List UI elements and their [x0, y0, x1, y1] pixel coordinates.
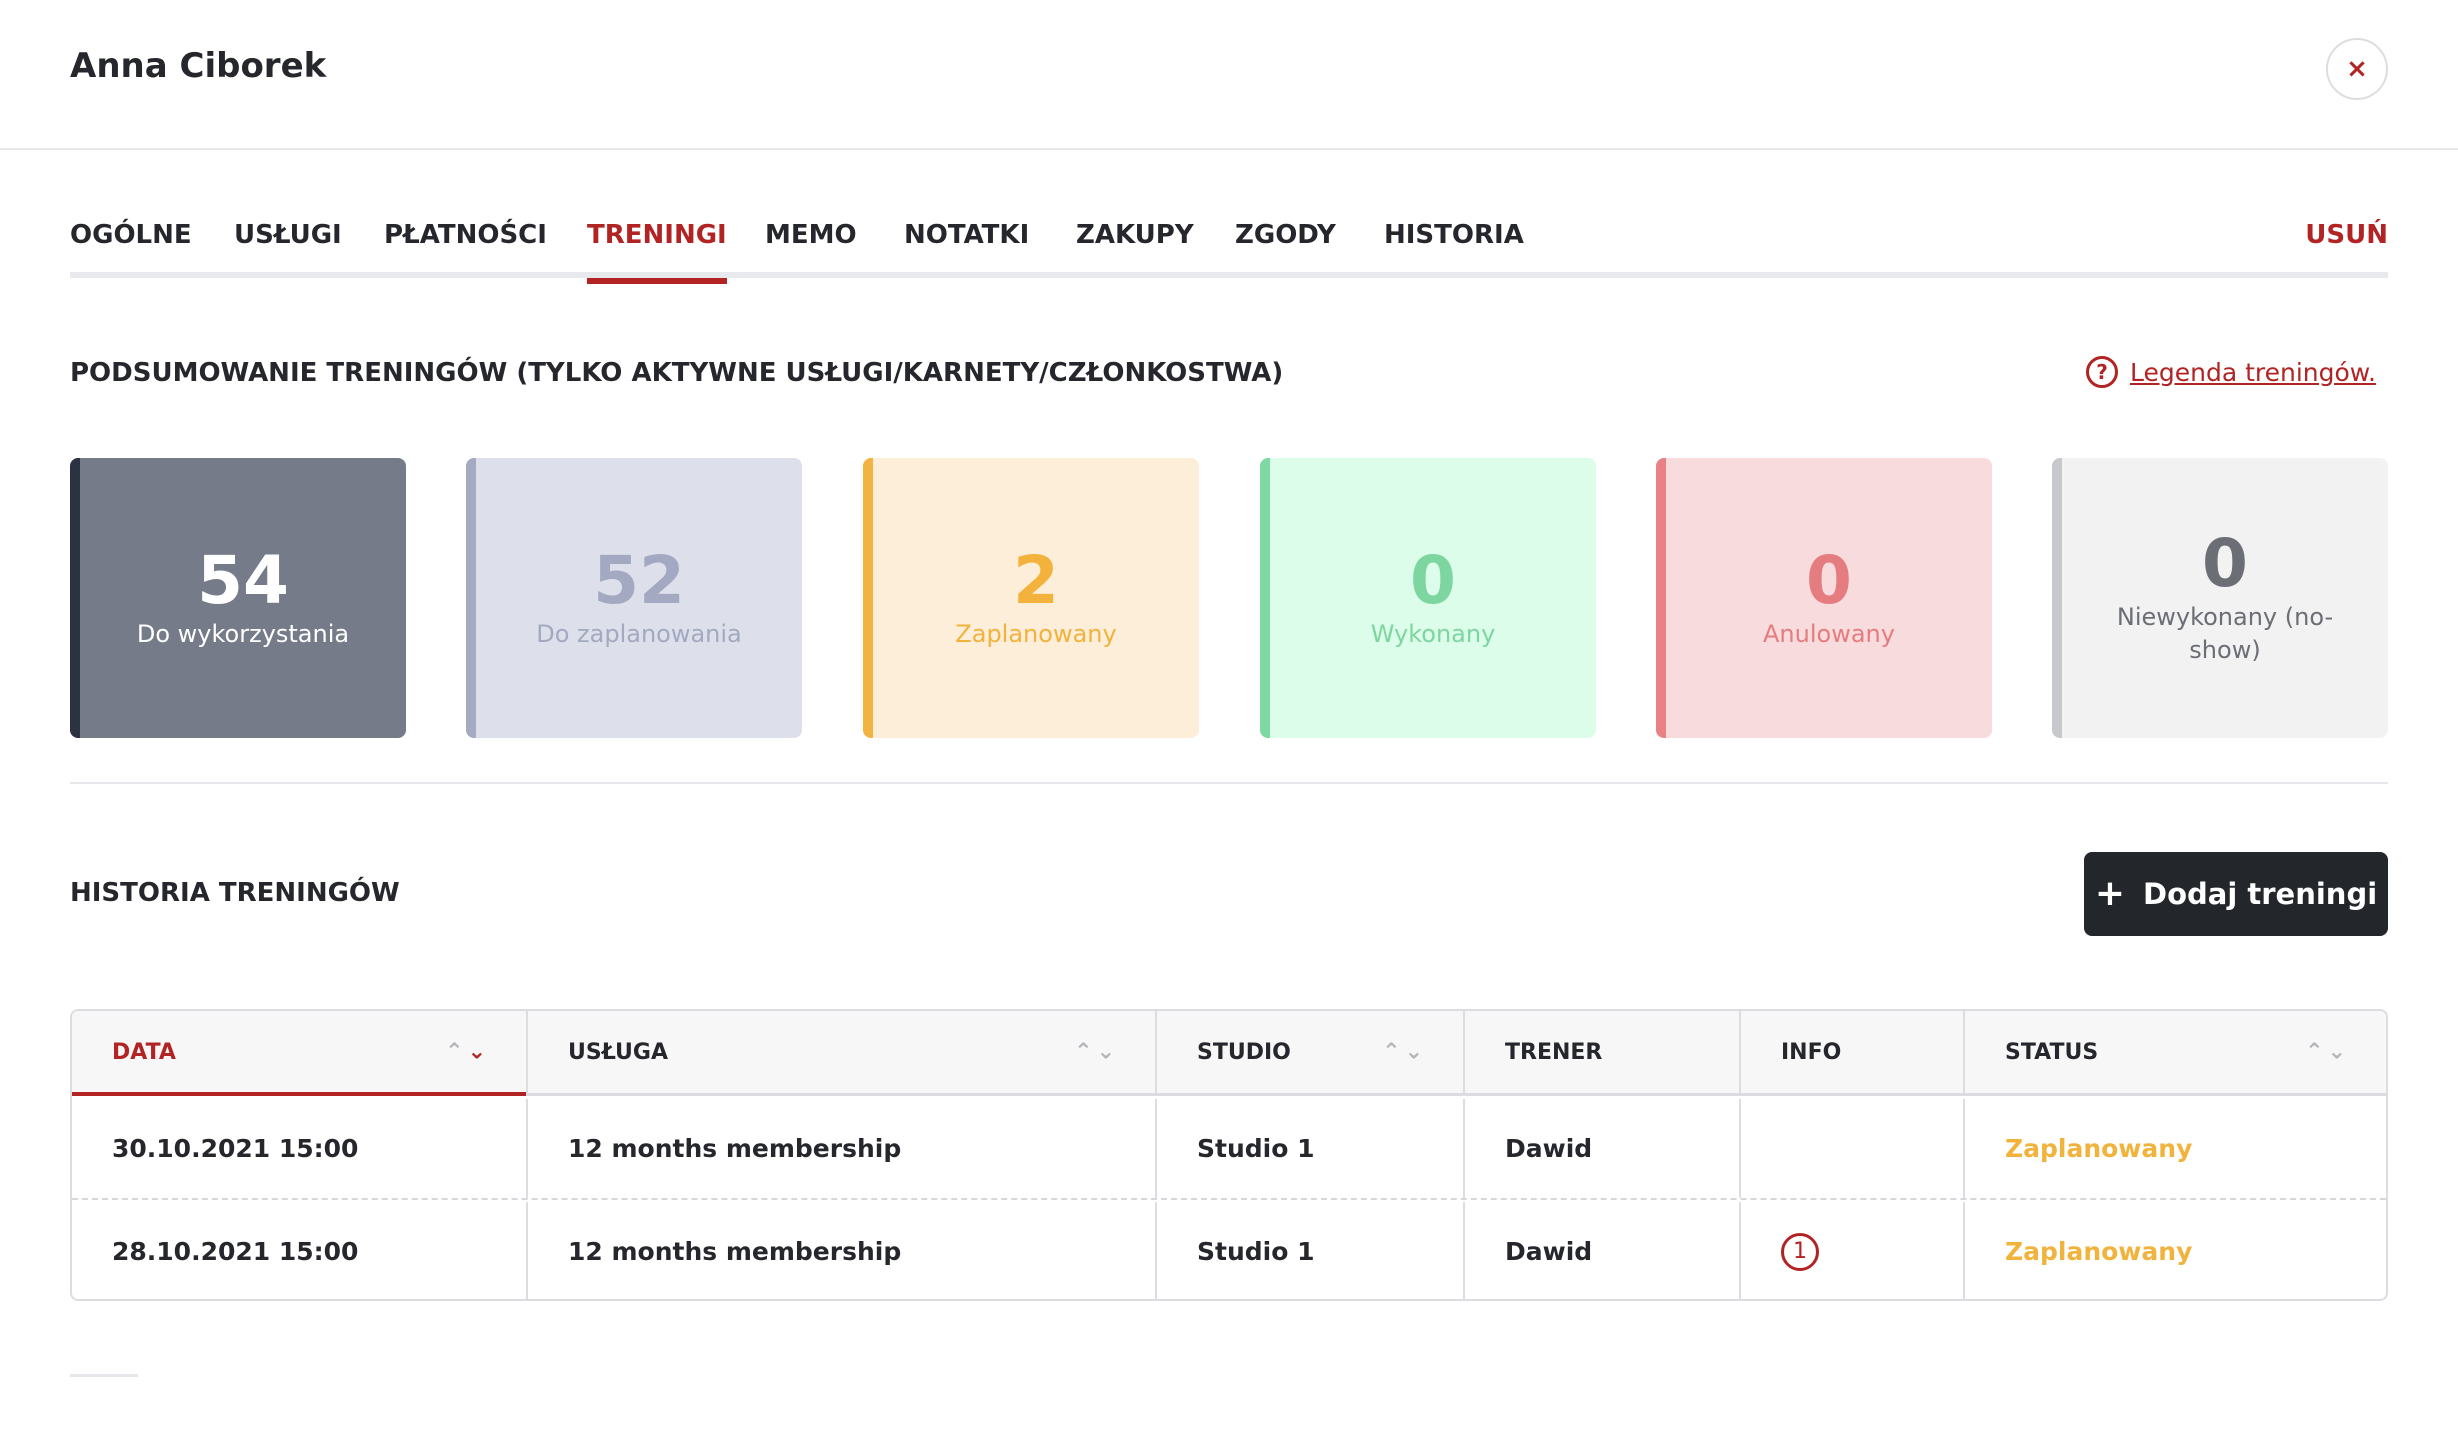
- sort-down-icon: ⌄: [2327, 1039, 2346, 1065]
- status-badge: Zaplanowany: [2005, 1134, 2193, 1163]
- column-header-label: STATUS: [2005, 1039, 2099, 1065]
- card-to-schedule: 52 Do zaplanowania: [466, 458, 802, 738]
- column-header-label: TRENER: [1505, 1039, 1603, 1065]
- summary-cards: 54 Do wykorzystania 52 Do zaplanowania 2…: [70, 458, 2388, 738]
- card-value: 52: [593, 541, 685, 619]
- tab-platnosci[interactable]: PŁATNOŚCI: [384, 220, 547, 278]
- tab-historia[interactable]: HISTORIA: [1384, 220, 1524, 278]
- info-count-icon[interactable]: 1: [1781, 1232, 1819, 1271]
- pagination-placeholder: [70, 1374, 138, 1377]
- tab-zgody[interactable]: ZGODY: [1235, 220, 1336, 278]
- sort-down-icon: ⌄: [1096, 1039, 1115, 1065]
- sort-control[interactable]: ⌃ ⌄: [2305, 1040, 2346, 1065]
- card-label: Anulowany: [1763, 619, 1895, 648]
- card-to-use: 54 Do wykorzystania: [70, 458, 406, 738]
- card-value: 0: [2202, 525, 2248, 603]
- client-name-title: Anna Ciborek: [70, 46, 327, 86]
- plus-icon: +: [2094, 873, 2126, 914]
- column-header-studio[interactable]: STUDIO ⌃ ⌄: [1157, 1011, 1465, 1093]
- column-header-label: INFO: [1781, 1039, 1842, 1065]
- section-divider: [70, 782, 2388, 784]
- card-value: 0: [1410, 541, 1456, 619]
- tab-delete[interactable]: USUŃ: [2305, 220, 2388, 278]
- table-row[interactable]: 28.10.2021 15:00 12 months membership St…: [72, 1202, 2386, 1299]
- sort-up-icon: ⌃: [1382, 1039, 1401, 1065]
- card-value: 2: [1013, 541, 1059, 619]
- cell-status: Zaplanowany: [1965, 1099, 2386, 1198]
- cell-info: [1741, 1099, 1965, 1198]
- tab-notatki[interactable]: NOTATKI: [904, 220, 1029, 278]
- card-no-show: 0 Niewykonany (no-show): [2052, 458, 2388, 738]
- modal-header: Anna Ciborek ×: [0, 0, 2458, 150]
- sort-control[interactable]: ⌃ ⌄: [1074, 1040, 1115, 1065]
- column-header-info: INFO: [1741, 1011, 1965, 1093]
- cell-service: 12 months membership: [528, 1099, 1157, 1198]
- cell-status: Zaplanowany: [1965, 1202, 2386, 1299]
- tab-zakupy[interactable]: ZAKUPY: [1076, 220, 1194, 278]
- close-button[interactable]: ×: [2326, 38, 2388, 100]
- cell-info: 1: [1741, 1202, 1965, 1299]
- column-header-label: USŁUGA: [568, 1039, 668, 1065]
- table-row[interactable]: 30.10.2021 15:00 12 months membership St…: [72, 1099, 2386, 1200]
- card-label: Wykonany: [1370, 619, 1496, 648]
- status-badge: Zaplanowany: [2005, 1237, 2193, 1266]
- column-header-label: STUDIO: [1197, 1039, 1291, 1065]
- cell-studio: Studio 1: [1157, 1202, 1465, 1299]
- history-title: HISTORIA TRENINGÓW: [70, 878, 400, 908]
- close-icon: ×: [2346, 54, 2368, 84]
- sort-control[interactable]: ⌃ ⌄: [1382, 1040, 1423, 1065]
- legend-link-label: Legenda treningów.: [2130, 357, 2376, 387]
- cell-trainer: Dawid: [1465, 1202, 1741, 1299]
- add-trainings-button[interactable]: + Dodaj treningi: [2084, 852, 2388, 936]
- tab-uslugi[interactable]: USŁUGI: [234, 220, 342, 278]
- sort-down-icon: ⌄: [1404, 1039, 1423, 1065]
- sort-up-icon: ⌃: [445, 1039, 464, 1065]
- tab-bar: OGÓLNE USŁUGI PŁATNOŚCI TRENINGI MEMO NO…: [70, 212, 2388, 284]
- column-header-usluga[interactable]: USŁUGA ⌃ ⌄: [528, 1011, 1157, 1093]
- card-value: 0: [1806, 541, 1852, 619]
- tab-treningi[interactable]: TRENINGI: [587, 220, 727, 284]
- legend-link[interactable]: ? Legenda treningów.: [2086, 356, 2376, 388]
- tab-ogolne[interactable]: OGÓLNE: [70, 220, 192, 278]
- column-header-label: DATA: [112, 1039, 176, 1065]
- tab-memo[interactable]: MEMO: [765, 220, 857, 278]
- cell-date: 28.10.2021 15:00: [72, 1202, 528, 1299]
- cell-service: 12 months membership: [528, 1202, 1157, 1299]
- sort-control[interactable]: ⌃ ⌄: [445, 1040, 486, 1065]
- sort-down-icon: ⌄: [467, 1039, 486, 1065]
- card-label: Zaplanowany: [955, 619, 1117, 648]
- summary-title: PODSUMOWANIE TRENINGÓW (TYLKO AKTYWNE US…: [70, 358, 1284, 388]
- card-cancelled: 0 Anulowany: [1656, 458, 1992, 738]
- table-header-row: DATA ⌃ ⌄ USŁUGA ⌃ ⌄ STUDIO ⌃ ⌄ TRENER IN…: [72, 1011, 2386, 1096]
- card-label: Do wykorzystania: [136, 619, 350, 648]
- card-label: Do zaplanowania: [536, 619, 742, 648]
- add-trainings-label: Dodaj treningi: [2143, 877, 2378, 911]
- cell-trainer: Dawid: [1465, 1099, 1741, 1198]
- card-done: 0 Wykonany: [1260, 458, 1596, 738]
- cell-studio: Studio 1: [1157, 1099, 1465, 1198]
- trainings-table: DATA ⌃ ⌄ USŁUGA ⌃ ⌄ STUDIO ⌃ ⌄ TRENER IN…: [70, 1009, 2388, 1301]
- question-icon: ?: [2086, 356, 2118, 388]
- card-planned: 2 Zaplanowany: [863, 458, 1199, 738]
- column-header-trener: TRENER: [1465, 1011, 1741, 1093]
- card-value: 54: [197, 541, 289, 619]
- column-header-data[interactable]: DATA ⌃ ⌄: [72, 1011, 528, 1096]
- sort-up-icon: ⌃: [1074, 1039, 1093, 1065]
- column-header-status[interactable]: STATUS ⌃ ⌄: [1965, 1011, 2386, 1093]
- card-label: Niewykonany (no-show): [2116, 602, 2334, 665]
- sort-up-icon: ⌃: [2305, 1039, 2324, 1065]
- cell-date: 30.10.2021 15:00: [72, 1099, 528, 1198]
